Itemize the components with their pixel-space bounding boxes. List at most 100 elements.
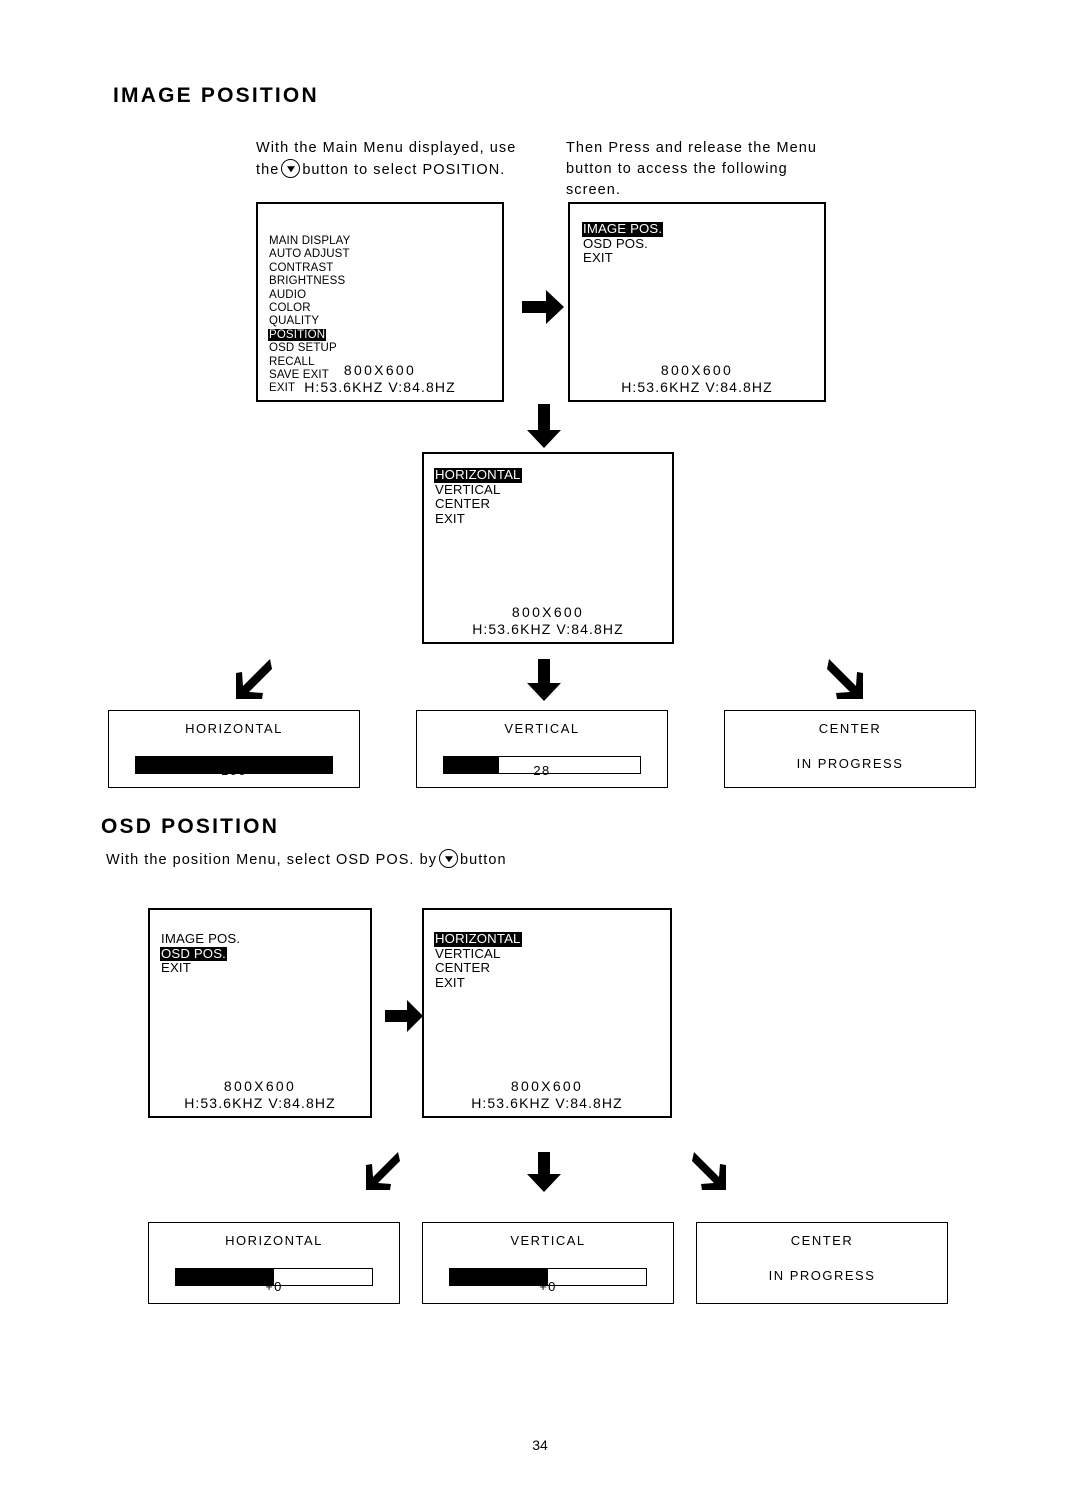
arrow-right-icon (385, 1000, 423, 1032)
menu-item-center[interactable]: CENTER (434, 961, 491, 976)
osd-resolution: 800X600 (223, 1078, 297, 1094)
osd-pos-submenu-list[interactable]: HORIZONTAL VERTICAL CENTER EXIT (434, 931, 664, 991)
menu-item-image-pos[interactable]: IMAGE POS. (160, 931, 241, 947)
osd-signal-info: 800X600 H:53.6KHZ V:84.8HZ (150, 1078, 370, 1112)
menu-item-audio[interactable]: AUDIO (268, 289, 307, 301)
osd-resolution: 800X600 (343, 362, 417, 378)
list-item: MAIN DISPLAY (268, 234, 496, 247)
menu-item-vertical[interactable]: VERTICAL (434, 482, 501, 498)
section-heading-osd-position: OSD POSITION (101, 815, 280, 838)
list-item: POSITION (268, 328, 496, 342)
menu-item-contrast[interactable]: CONTRAST (268, 262, 334, 274)
menu-item-vertical[interactable]: VERTICAL (434, 946, 501, 962)
list-item: OSD POS. (582, 236, 818, 252)
list-item: VERTICAL (434, 482, 666, 498)
list-item: IMAGE POS. (160, 931, 364, 947)
adjust-panel-horizontal[interactable]: HORIZONTAL 100 (108, 710, 360, 788)
menu-item-exit[interactable]: EXIT (434, 975, 466, 991)
arrow-down-icon (527, 659, 561, 701)
list-item: AUDIO (268, 288, 496, 301)
down-button-glyph-icon (281, 159, 301, 178)
osd-frequency: H:53.6KHZ V:84.8HZ (472, 621, 624, 637)
osd-screen-main-menu[interactable]: MAIN DISPLAY AUTO ADJUST CONTRAST BRIGHT… (256, 202, 504, 402)
menu-item-osd-pos[interactable]: OSD POS. (582, 236, 649, 252)
adjust-panel-osd-vertical[interactable]: VERTICAL +0 (422, 1222, 674, 1304)
list-item: AUTO ADJUST (268, 247, 496, 260)
instruction3-pre: With the position Menu, select OSD POS. … (106, 852, 437, 868)
adjust-panel-osd-horizontal[interactable]: HORIZONTAL +0 (148, 1222, 400, 1304)
list-item: QUALITY (268, 314, 496, 327)
list-item: OSD POS. (160, 946, 364, 962)
instruction2-line-1: Then Press and release the Menu (566, 140, 817, 156)
list-item: CENTER (434, 961, 664, 976)
adjust-panel-osd-center[interactable]: CENTER IN PROGRESS (696, 1222, 948, 1304)
manual-page: IMAGE POSITION With the Main Menu displa… (0, 0, 1080, 1507)
menu-item-exit[interactable]: EXIT (582, 251, 614, 266)
menu-item-brightness[interactable]: BRIGHTNESS (268, 275, 346, 287)
list-item: HORIZONTAL (434, 931, 664, 947)
instruction3-post: button (460, 852, 507, 868)
arrow-down-icon (527, 404, 561, 448)
arrow-down-right-icon (692, 1152, 726, 1190)
adjust-status: IN PROGRESS (796, 756, 904, 771)
list-item: EXIT (434, 511, 666, 527)
osd-screen-position-menu-osd[interactable]: IMAGE POS. OSD POS. EXIT 800X600 H:53.6K… (148, 908, 372, 1118)
menu-item-osd-setup[interactable]: OSD SETUP (268, 342, 338, 354)
instruction2-line-2: button to access the following (566, 161, 788, 177)
menu-item-main-display[interactable]: MAIN DISPLAY (268, 235, 351, 247)
list-item: EXIT (582, 251, 818, 266)
adjust-panel-title: HORIZONTAL (225, 1233, 323, 1248)
arrow-right-icon (522, 290, 564, 324)
list-item: CONTRAST (268, 261, 496, 274)
menu-item-exit[interactable]: EXIT (434, 511, 466, 527)
adjust-panel-title: VERTICAL (510, 1233, 586, 1248)
position-menu-list[interactable]: IMAGE POS. OSD POS. EXIT (582, 221, 818, 266)
adjust-value: +0 (265, 1279, 283, 1294)
arrow-down-left-icon (236, 659, 272, 699)
menu-item-image-pos[interactable]: IMAGE POS. (582, 221, 664, 237)
instruction-select-position: With the Main Menu displayed, use the but… (256, 138, 556, 181)
menu-item-quality[interactable]: QUALITY (268, 315, 320, 327)
down-button-glyph-icon (439, 849, 458, 868)
menu-item-osd-pos[interactable]: OSD POS. (160, 946, 227, 962)
adjust-panel-center[interactable]: CENTER IN PROGRESS (724, 710, 976, 788)
osd-frequency: H:53.6KHZ V:84.8HZ (304, 379, 456, 395)
menu-item-auto-adjust[interactable]: AUTO ADJUST (268, 248, 351, 260)
menu-item-position[interactable]: POSITION (268, 328, 327, 342)
osd-frequency: H:53.6KHZ V:84.8HZ (471, 1095, 623, 1111)
list-item: VERTICAL (434, 946, 664, 962)
menu-item-horizontal[interactable]: HORIZONTAL (434, 931, 522, 947)
image-pos-submenu-list[interactable]: HORIZONTAL VERTICAL CENTER EXIT (434, 467, 666, 527)
instruction-line-2: the button to select POSITION. (256, 159, 556, 181)
instruction2-line-3: screen. (566, 182, 621, 198)
instruction-line-2-post: button to select POSITION. (302, 162, 506, 178)
list-item: COLOR (268, 301, 496, 314)
osd-signal-info: 800X600 H:53.6KHZ V:84.8HZ (258, 362, 502, 396)
menu-item-color[interactable]: COLOR (268, 302, 312, 314)
osd-screen-position-menu[interactable]: IMAGE POS. OSD POS. EXIT 800X600 H:53.6K… (568, 202, 826, 402)
arrow-down-left-icon (366, 1152, 400, 1190)
adjust-value: 100 (221, 763, 247, 778)
instruction3-line-1: With the position Menu, select OSD POS. … (106, 849, 726, 871)
list-item: BRIGHTNESS (268, 274, 496, 287)
list-item: OSD SETUP (268, 341, 496, 354)
instruction-line-2-pre: the (256, 162, 280, 178)
adjust-value: 28 (533, 763, 551, 778)
menu-item-exit[interactable]: EXIT (160, 961, 192, 976)
adjust-panel-title: CENTER (790, 1233, 854, 1248)
adjust-panel-title: HORIZONTAL (185, 721, 283, 736)
osd-screen-image-position-submenu[interactable]: HORIZONTAL VERTICAL CENTER EXIT 800X600 … (422, 452, 674, 644)
osd-frequency: H:53.6KHZ V:84.8HZ (184, 1095, 336, 1111)
arrow-down-icon (527, 1152, 561, 1192)
osd-screen-osd-position-submenu[interactable]: HORIZONTAL VERTICAL CENTER EXIT 800X600 … (422, 908, 672, 1118)
osd-resolution: 800X600 (511, 604, 585, 620)
osd-signal-info: 800X600 H:53.6KHZ V:84.8HZ (570, 362, 824, 396)
menu-item-horizontal[interactable]: HORIZONTAL (434, 467, 522, 483)
list-item: IMAGE POS. (582, 221, 818, 237)
arrow-down-right-icon (827, 659, 863, 699)
adjust-panel-vertical[interactable]: VERTICAL 28 (416, 710, 668, 788)
list-item: EXIT (434, 975, 664, 991)
instruction-line-1: With the Main Menu displayed, use (256, 140, 517, 156)
menu-item-center[interactable]: CENTER (434, 497, 491, 512)
position-menu-osd-list[interactable]: IMAGE POS. OSD POS. EXIT (160, 931, 364, 976)
